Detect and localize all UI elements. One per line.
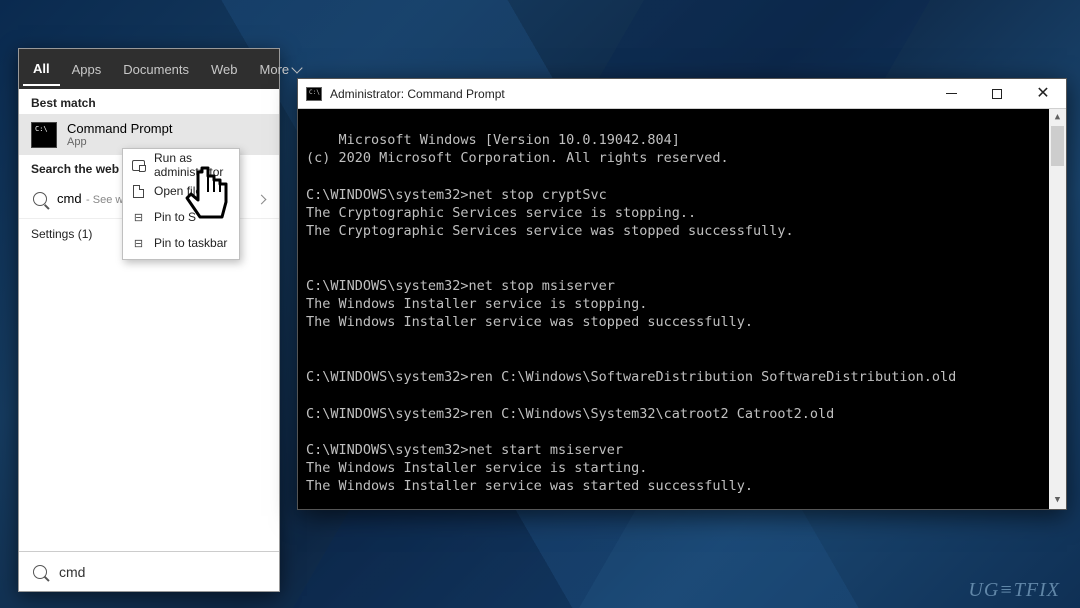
ctx-label: Pin to taskbar <box>154 236 227 250</box>
maximize-icon <box>992 89 1002 99</box>
titlebar[interactable]: C:\ Administrator: Command Prompt ✕ <box>298 79 1066 109</box>
tab-more-label: More <box>260 62 290 77</box>
search-icon <box>33 565 47 579</box>
shield-icon <box>132 160 145 171</box>
context-menu: Run as administrator Open file ⊟ Pin to … <box>122 148 240 260</box>
web-query-text: cmd <box>57 191 82 206</box>
scrollbar-track[interactable] <box>1049 126 1066 492</box>
terminal-output[interactable]: Microsoft Windows [Version 10.0.19042.80… <box>298 109 1066 509</box>
result-subtitle: App <box>67 136 172 148</box>
best-match-label: Best match <box>19 89 279 114</box>
ctx-pin-to-taskbar[interactable]: ⊟ Pin to taskbar <box>123 230 239 256</box>
ctx-pin-to-start[interactable]: ⊟ Pin to S <box>123 204 239 230</box>
window-title: Administrator: Command Prompt <box>330 87 505 101</box>
file-icon <box>133 185 144 198</box>
watermark: UG≡TFIX <box>968 579 1060 602</box>
ctx-label: Pin to S <box>154 210 196 224</box>
windows-search-panel: All Apps Documents Web More Best match C… <box>18 48 280 592</box>
ctx-label: Open file <box>154 184 202 198</box>
search-icon <box>33 192 47 206</box>
tab-all[interactable]: All <box>23 53 60 86</box>
command-prompt-icon: C:\ <box>31 122 57 148</box>
scroll-up-button[interactable]: ▲ <box>1049 109 1066 126</box>
command-prompt-window: C:\ Administrator: Command Prompt ✕ Micr… <box>297 78 1067 510</box>
minimize-icon <box>946 93 957 94</box>
command-prompt-icon: C:\ <box>306 87 322 101</box>
ctx-run-as-administrator[interactable]: Run as administrator <box>123 152 239 178</box>
pin-icon: ⊟ <box>131 236 146 251</box>
tab-documents[interactable]: Documents <box>113 54 199 85</box>
chevron-right-icon <box>257 194 267 204</box>
ctx-label: Run as administrator <box>154 151 231 179</box>
pin-icon: ⊟ <box>131 210 146 225</box>
close-button[interactable]: ✕ <box>1020 79 1066 108</box>
search-input-bar[interactable] <box>19 551 279 591</box>
search-input[interactable] <box>59 564 265 580</box>
maximize-button[interactable] <box>974 79 1020 108</box>
minimize-button[interactable] <box>928 79 974 108</box>
scrollbar-thumb[interactable] <box>1051 126 1064 166</box>
terminal-text: Microsoft Windows [Version 10.0.19042.80… <box>306 132 956 509</box>
result-title: Command Prompt <box>67 121 172 136</box>
tab-apps[interactable]: Apps <box>62 54 112 85</box>
chevron-down-icon <box>291 62 302 73</box>
search-tabs: All Apps Documents Web More <box>19 49 279 89</box>
scroll-down-button[interactable]: ▼ <box>1049 492 1066 509</box>
close-icon: ✕ <box>1036 86 1049 102</box>
tab-web[interactable]: Web <box>201 54 248 85</box>
vertical-scrollbar[interactable]: ▲ ▼ <box>1049 109 1066 509</box>
ctx-open-file-location[interactable]: Open file <box>123 178 239 204</box>
